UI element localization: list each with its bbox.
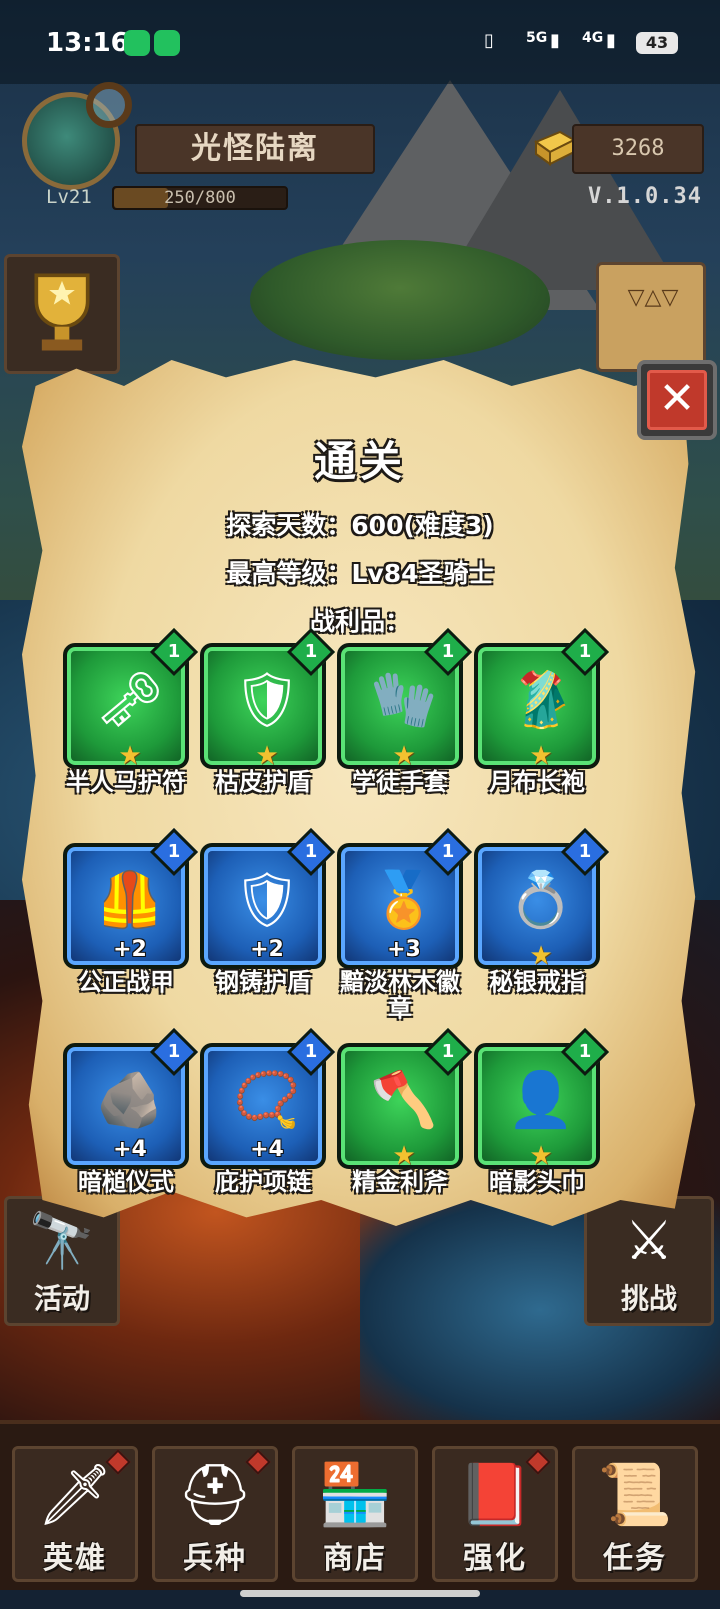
status-bar: 13:16 ▯ 5G ▮ 4G ▮ 43 <box>0 0 720 84</box>
home-indicator[interactable] <box>240 1590 480 1597</box>
loot-name: 暗影头巾 <box>489 1168 585 1196</box>
loot-name: 枯皮护盾 <box>215 768 311 796</box>
quantity-value: 1 <box>167 841 181 862</box>
loot-name: 半人马护符 <box>66 768 186 796</box>
enhance-level: +2 <box>250 937 284 962</box>
map-scroll-button[interactable]: ▽△▽ <box>596 262 706 372</box>
loot-grid: 🗝 ★ 1 半人马护符 🛡 ★ 1 枯皮护盾 🧤 ★ 1 学徒手套 🥻 ★ 1 月布长袍 🦺 +2 1 公正战甲 🛡 +2… <box>63 627 623 1203</box>
star-icon: ★ <box>529 1141 553 1171</box>
star-icon: ★ <box>118 741 142 771</box>
loot-item[interactable]: 📿 +4 1 庇护项链 <box>200 1027 336 1233</box>
enhance-level: +4 <box>250 1137 284 1162</box>
max-level: 最高等级：Lv84圣骑士 <box>226 559 494 588</box>
challenge-button[interactable]: ⚔ 挑战 <box>584 1196 714 1326</box>
nav-label: 商店 <box>323 1541 387 1576</box>
loot-item[interactable]: 🏅 +3 1 黯淡林木徽章 <box>337 827 473 1033</box>
star-icon: ★ <box>529 741 553 771</box>
quantity-value: 1 <box>167 1041 181 1062</box>
battery-indicator: 43 <box>636 32 678 54</box>
loot-item[interactable]: 🦺 +2 1 公正战甲 <box>63 827 199 1033</box>
shop-icon: 🏪 <box>317 1460 393 1530</box>
nav-button[interactable]: 📕 强化 <box>432 1446 558 1582</box>
player-name: 光怪陆离 <box>135 124 375 174</box>
version-label: V.1.0.34 <box>588 184 702 209</box>
loot-name: 月布长袍 <box>489 768 585 796</box>
runes-icon: ▽△▽ <box>627 285 679 310</box>
loot-name: 钢铸护盾 <box>215 968 311 996</box>
loot-item[interactable]: 🛡 ★ 1 枯皮护盾 <box>200 627 336 833</box>
loot-item[interactable]: 🪓 ★ 1 精金利斧 <box>337 1027 473 1233</box>
xp-text: 250/800 <box>164 188 236 208</box>
loot-name: 秘银戒指 <box>489 968 585 996</box>
loot-item[interactable]: 🧤 ★ 1 学徒手套 <box>337 627 473 833</box>
loot-name: 暗槌仪式 <box>78 1168 174 1196</box>
quantity-value: 1 <box>441 641 455 662</box>
quantity-value: 1 <box>441 1041 455 1062</box>
phone-icon <box>154 30 180 56</box>
explore-days: 探索天数：600(难度3) <box>226 511 494 540</box>
quantity-value: 1 <box>578 841 592 862</box>
close-icon: ✕ <box>647 370 707 430</box>
quantity-value: 1 <box>578 1041 592 1062</box>
bottom-navigation: 🗡 英雄 ⛑ 兵种 🏪 商店 📕 强化 📜 任务 <box>0 1420 720 1590</box>
crossed-swords-icon: ⚔ <box>624 1209 674 1272</box>
nav-button[interactable]: ⛑ 兵种 <box>152 1446 278 1582</box>
network-5g-label: 5G <box>526 30 548 46</box>
quantity-value: 1 <box>304 1041 318 1062</box>
loot-name: 黯淡林木徽章 <box>340 968 460 1022</box>
dialog-title: 通关 <box>313 437 406 486</box>
enhance-level: +3 <box>387 937 421 962</box>
loot-item[interactable]: 🥻 ★ 1 月布长袍 <box>474 627 610 833</box>
nav-button[interactable]: 🗡 英雄 <box>12 1446 138 1582</box>
xp-bar: 250/800 <box>112 186 288 210</box>
vibrate-icon: ▯ <box>484 30 494 51</box>
loot-name: 学徒手套 <box>352 768 448 796</box>
trophy-button[interactable] <box>4 254 120 374</box>
star-icon: ★ <box>529 941 553 971</box>
loot-label: 战利品： <box>309 607 410 636</box>
challenge-label: 挑战 <box>620 1282 677 1315</box>
quantity-value: 1 <box>304 841 318 862</box>
loot-item[interactable]: 🛡 +2 1 钢铸护盾 <box>200 827 336 1033</box>
loot-name: 庇护项链 <box>215 1168 311 1196</box>
magnifier-icon <box>86 82 132 128</box>
player-level: Lv21 <box>46 186 92 208</box>
loot-item[interactable]: 💍 ★ 1 秘银戒指 <box>474 827 610 1033</box>
network-4g-label: 4G <box>582 30 604 46</box>
scroll-icon: 📜 <box>597 1460 673 1530</box>
island <box>250 240 550 360</box>
enhance-level: +2 <box>113 937 147 962</box>
wechat-icon <box>124 30 150 56</box>
quantity-value: 1 <box>167 641 181 662</box>
status-time: 13:16 <box>46 28 129 58</box>
signal-icon: ▮ <box>550 30 560 51</box>
enhance-level: +4 <box>113 1137 147 1162</box>
trophy-icon <box>34 273 90 351</box>
quantity-value: 1 <box>304 641 318 662</box>
gold-bar-icon <box>533 130 576 166</box>
star-icon: ★ <box>392 1141 416 1171</box>
signal-icon-2: ▮ <box>606 30 616 51</box>
nav-button[interactable]: 🏪 商店 <box>292 1446 418 1582</box>
nav-label: 强化 <box>463 1541 527 1576</box>
nav-label: 任务 <box>603 1541 667 1576</box>
loot-item[interactable]: 🪨 +4 1 暗槌仪式 <box>63 1027 199 1233</box>
nav-label: 兵种 <box>183 1541 247 1576</box>
activity-label: 活动 <box>33 1282 90 1315</box>
quantity-value: 1 <box>441 841 455 862</box>
nav-label: 英雄 <box>43 1541 107 1576</box>
star-icon: ★ <box>392 741 416 771</box>
loot-name: 精金利斧 <box>352 1168 448 1196</box>
star-icon: ★ <box>255 741 279 771</box>
quantity-value: 1 <box>578 641 592 662</box>
gold-amount: 3268 <box>572 124 704 174</box>
loot-item[interactable]: 🗝 ★ 1 半人马护符 <box>63 627 199 833</box>
loot-name: 公正战甲 <box>78 968 174 996</box>
player-avatar[interactable] <box>12 82 132 200</box>
loot-item[interactable]: 👤 ★ 1 暗影头巾 <box>474 1027 610 1233</box>
nav-button[interactable]: 📜 任务 <box>572 1446 698 1582</box>
